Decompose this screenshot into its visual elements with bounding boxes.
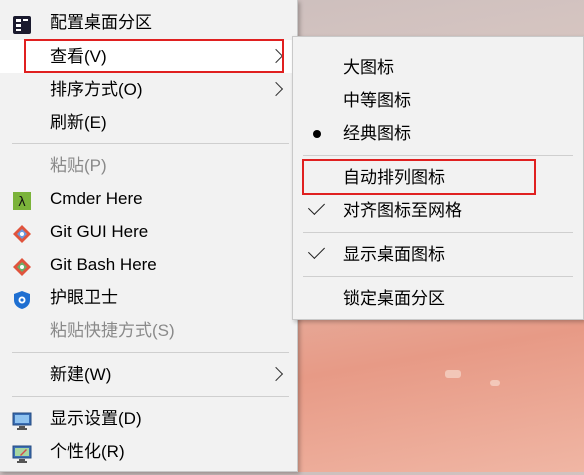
- menu-item-personalize[interactable]: 个性化(R): [0, 435, 297, 468]
- menu-item-git-gui-here[interactable]: Git GUI Here: [0, 215, 297, 248]
- svg-text:λ: λ: [18, 195, 26, 210]
- personalize-icon: [12, 442, 32, 463]
- menu-item-configure-partition[interactable]: 配置桌面分区: [0, 6, 297, 39]
- menu-separator: [303, 155, 573, 156]
- menu-item-refresh[interactable]: 刷新(E): [0, 106, 297, 139]
- menu-separator: [303, 276, 573, 277]
- menu-item-sort-by[interactable]: 排序方式(O): [0, 73, 297, 106]
- menu-item-paste-shortcut[interactable]: 粘贴快捷方式(S): [0, 314, 297, 347]
- submenu-item-medium-icons[interactable]: 中等图标: [293, 84, 583, 117]
- menu-item-new[interactable]: 新建(W): [0, 358, 297, 391]
- menu-item-eye-guard[interactable]: 护眼卫士: [0, 281, 297, 314]
- chevron-right-icon: [268, 366, 284, 382]
- desktop-context-menu: 配置桌面分区 查看(V) 排序方式(O) 刷新(E) 粘贴(P) λ Cmder…: [0, 0, 298, 472]
- cmder-icon: λ: [12, 189, 32, 210]
- submenu-item-lock-partition[interactable]: 锁定桌面分区: [293, 282, 583, 315]
- display-settings-icon: [12, 409, 32, 430]
- menu-item-cmder-here[interactable]: λ Cmder Here: [0, 182, 297, 215]
- menu-item-paste[interactable]: 粘贴(P): [0, 149, 297, 182]
- menu-separator: [303, 232, 573, 233]
- annotation-highlight-box: [302, 159, 536, 195]
- submenu-item-large-icons[interactable]: 大图标: [293, 51, 583, 84]
- desktop-partition-icon: [12, 13, 32, 34]
- eye-shield-icon: [12, 288, 32, 309]
- checkmark-icon: [308, 242, 325, 259]
- git-icon: [12, 222, 32, 243]
- radio-dot-icon: [313, 130, 321, 138]
- chevron-right-icon: [268, 81, 284, 97]
- menu-item-git-bash-here[interactable]: Git Bash Here: [0, 248, 297, 281]
- desktop-speck: [490, 380, 500, 386]
- checkmark-icon: [308, 198, 325, 215]
- desktop-speck: [445, 370, 461, 378]
- submenu-item-align-to-grid[interactable]: 对齐图标至网格: [293, 194, 583, 227]
- menu-separator: [12, 143, 289, 144]
- view-submenu: 大图标 中等图标 经典图标 自动排列图标 对齐图标至网格 显示桌面图标 锁定桌面…: [292, 36, 584, 320]
- menu-separator: [12, 396, 289, 397]
- menu-item-display-settings[interactable]: 显示设置(D): [0, 402, 297, 435]
- submenu-item-classic-icons[interactable]: 经典图标: [293, 117, 583, 150]
- menu-separator: [12, 352, 289, 353]
- git-icon: [12, 255, 32, 276]
- annotation-highlight-box: [24, 39, 284, 73]
- submenu-item-show-desktop-icons[interactable]: 显示桌面图标: [293, 238, 583, 271]
